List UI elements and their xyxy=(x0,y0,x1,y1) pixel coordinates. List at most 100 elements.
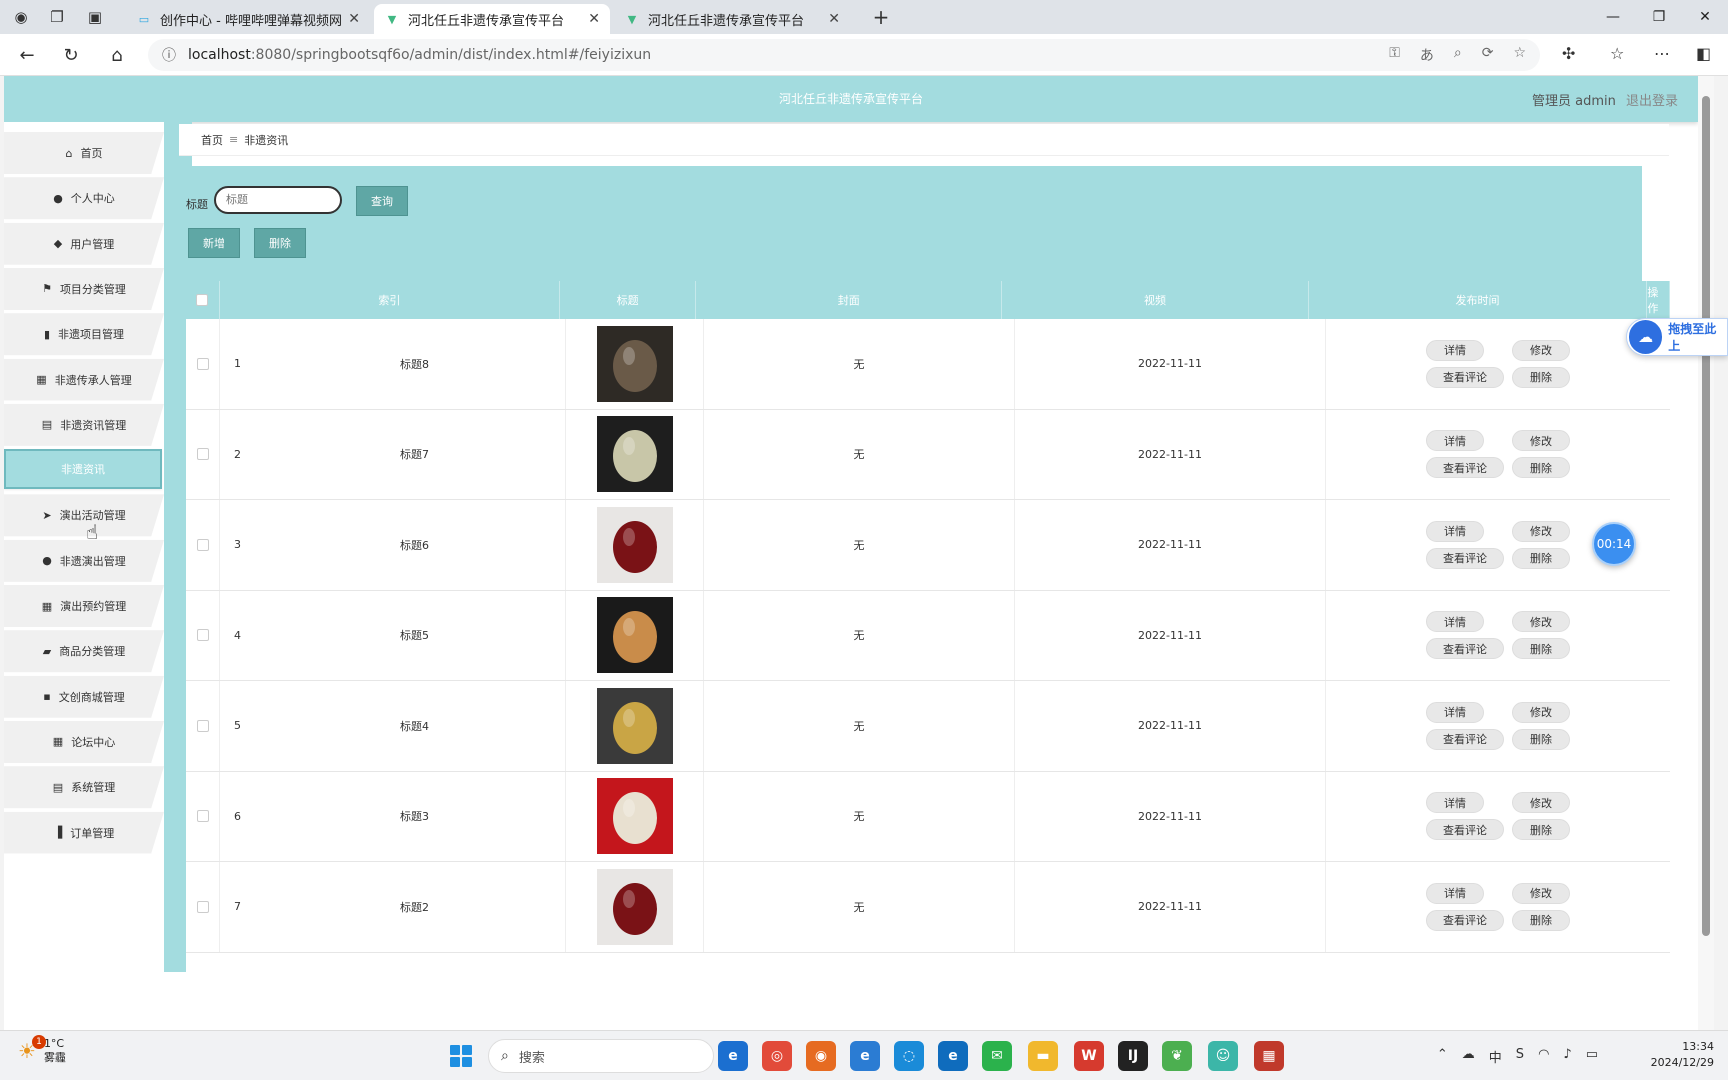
idea-app-icon[interactable]: IJ xyxy=(1118,1041,1148,1071)
more-icon[interactable]: ⋯ xyxy=(1654,44,1670,63)
view-comments-button[interactable]: 查看评论 xyxy=(1426,909,1504,931)
tab-bilibili[interactable]: ▭ 创作中心 - 哔哩哔哩弹幕视频网 ✕ xyxy=(126,4,370,34)
row-select-cell[interactable] xyxy=(186,409,220,499)
detail-button[interactable]: 详情 xyxy=(1426,792,1484,814)
key-icon[interactable]: ⚿ xyxy=(1389,45,1400,65)
clock[interactable]: 13:34 2024/12/29 xyxy=(1651,1039,1714,1071)
detail-button[interactable]: 详情 xyxy=(1426,430,1484,452)
view-comments-button[interactable]: 查看评论 xyxy=(1426,819,1504,841)
edit-button[interactable]: 修改 xyxy=(1512,611,1570,633)
tab-platform-active[interactable]: ▼ 河北任丘非遗传承宣传平台 ✕ xyxy=(374,4,610,34)
chat-app-icon[interactable]: ◌ xyxy=(894,1041,924,1071)
info-icon[interactable]: ⓘ xyxy=(162,45,176,65)
sidebar-item[interactable]: ▤ 非遗资讯管理 xyxy=(4,403,164,446)
firefox-app-icon[interactable]: ◉ xyxy=(806,1041,836,1071)
package-app-icon[interactable]: ▦ xyxy=(1254,1041,1284,1071)
cloud-tray-icon[interactable]: ☁ xyxy=(1462,1047,1475,1066)
volume-icon[interactable]: ♪ xyxy=(1563,1047,1571,1066)
row-select-cell[interactable] xyxy=(186,590,220,680)
ie-app-icon[interactable]: e xyxy=(850,1041,880,1071)
leaf-app-icon[interactable]: ❦ xyxy=(1162,1041,1192,1071)
ime-indicator[interactable]: 中 xyxy=(1489,1047,1502,1066)
detail-button[interactable]: 详情 xyxy=(1426,520,1484,542)
cover-image[interactable] xyxy=(596,868,673,945)
add-button[interactable]: 新增 xyxy=(188,228,240,258)
row-checkbox[interactable] xyxy=(196,900,209,913)
battery-icon[interactable]: ▭ xyxy=(1586,1047,1598,1066)
restore-icon[interactable]: ❐ xyxy=(1636,0,1682,34)
sidebar-item[interactable]: ▪ 文创商城管理 xyxy=(4,675,164,718)
detail-button[interactable]: 详情 xyxy=(1426,611,1484,633)
edge-dev-app-icon[interactable]: e xyxy=(938,1041,968,1071)
sidebar-item[interactable]: ⚑ 项目分类管理 xyxy=(4,267,164,310)
cover-image[interactable] xyxy=(596,325,673,402)
home-icon[interactable]: ⌂ xyxy=(104,42,130,68)
profile-icon[interactable]: ◉ xyxy=(10,6,32,28)
delete-button[interactable]: 删除 xyxy=(1512,819,1570,841)
edge-app-icon[interactable]: e xyxy=(718,1041,748,1071)
delete-button[interactable]: 删除 xyxy=(1512,547,1570,569)
app-tray-icon[interactable]: S xyxy=(1516,1047,1524,1066)
workspaces-icon[interactable]: ❐ xyxy=(46,6,68,28)
view-comments-button[interactable]: 查看评论 xyxy=(1426,728,1504,750)
row-select-cell[interactable] xyxy=(186,771,220,861)
chevron-up-icon[interactable]: ⌃ xyxy=(1437,1047,1448,1066)
cover-image[interactable] xyxy=(596,416,673,493)
breadcrumb-home[interactable]: 首页 xyxy=(201,132,223,148)
detail-button[interactable]: 详情 xyxy=(1426,882,1484,904)
delete-button[interactable]: 删除 xyxy=(1512,457,1570,479)
row-select-cell[interactable] xyxy=(186,319,220,409)
new-tab-icon[interactable]: + xyxy=(870,5,892,29)
row-checkbox[interactable] xyxy=(196,719,209,732)
delete-button[interactable]: 删除 xyxy=(1512,366,1570,388)
close-icon[interactable]: ✕ xyxy=(588,11,600,27)
weather-widget[interactable]: ☀ 1 1°C 雾霾 xyxy=(18,1035,66,1065)
back-icon[interactable]: ← xyxy=(14,42,40,68)
row-checkbox[interactable] xyxy=(196,629,209,642)
chrome-app-icon[interactable]: ◎ xyxy=(762,1041,792,1071)
extensions-icon[interactable]: ✣ xyxy=(1562,44,1575,63)
row-checkbox[interactable] xyxy=(196,357,209,370)
close-icon[interactable]: ✕ xyxy=(828,11,840,27)
close-window-icon[interactable]: ✕ xyxy=(1682,0,1728,34)
sidebar-item[interactable]: ▦ 演出预约管理 xyxy=(4,585,164,627)
sidebar-item[interactable]: ● 个人中心 xyxy=(4,177,164,220)
edit-button[interactable]: 修改 xyxy=(1512,339,1570,361)
sidebar-item[interactable]: ▦ 论坛中心 xyxy=(4,720,164,763)
title-search-input[interactable] xyxy=(214,186,342,214)
sidebar-item[interactable]: ▦ 非遗传承人管理 xyxy=(4,358,164,401)
sidebar-item[interactable]: ▰ 商品分类管理 xyxy=(4,630,164,673)
row-checkbox[interactable] xyxy=(196,810,209,823)
row-checkbox[interactable] xyxy=(196,448,209,461)
sidebar-item[interactable]: ▮ 非遗项目管理 xyxy=(4,313,164,356)
delete-button[interactable]: 删除 xyxy=(1512,909,1570,931)
wechat-app-icon[interactable]: ✉ xyxy=(982,1041,1012,1071)
edit-button[interactable]: 修改 xyxy=(1512,430,1570,452)
row-checkbox[interactable] xyxy=(196,538,209,551)
refresh-icon[interactable]: ↻ xyxy=(58,42,84,68)
delete-button[interactable]: 删除 xyxy=(1512,728,1570,750)
favorites-icon[interactable]: ☆ xyxy=(1610,44,1624,63)
sidebar-item[interactable]: ▐ 订单管理 xyxy=(4,811,164,854)
sync-icon[interactable]: ⟳ xyxy=(1482,45,1494,65)
translate-icon[interactable]: あ xyxy=(1420,45,1434,65)
sidebar-item[interactable]: ● 非遗演出管理 xyxy=(4,539,164,582)
folder-app-icon[interactable]: ▬ xyxy=(1028,1041,1058,1071)
row-select-cell[interactable] xyxy=(186,862,220,952)
row-select-cell[interactable] xyxy=(186,681,220,771)
query-button[interactable]: 查询 xyxy=(356,186,408,216)
edit-button[interactable]: 修改 xyxy=(1512,520,1570,542)
tab-actions-icon[interactable]: ▣ xyxy=(84,6,106,28)
zoom-icon[interactable]: ⌕ xyxy=(1454,45,1462,65)
detail-button[interactable]: 详情 xyxy=(1426,339,1484,361)
view-comments-button[interactable]: 查看评论 xyxy=(1426,457,1504,479)
url-field[interactable]: ⓘ localhost:8080/springbootsqf6o/admin/d… xyxy=(148,39,1540,71)
edit-button[interactable]: 修改 xyxy=(1512,792,1570,814)
edit-button[interactable]: 修改 xyxy=(1512,701,1570,723)
assistant-app-icon[interactable]: ☺ xyxy=(1208,1041,1238,1071)
taskbar-search[interactable]: ⌕ 搜索 xyxy=(488,1039,714,1073)
view-comments-button[interactable]: 查看评论 xyxy=(1426,366,1504,388)
drag-drop-widget[interactable]: ☁ 拖拽至此上 xyxy=(1626,318,1728,356)
view-comments-button[interactable]: 查看评论 xyxy=(1426,547,1504,569)
favorite-star-icon[interactable]: ☆ xyxy=(1513,45,1526,65)
